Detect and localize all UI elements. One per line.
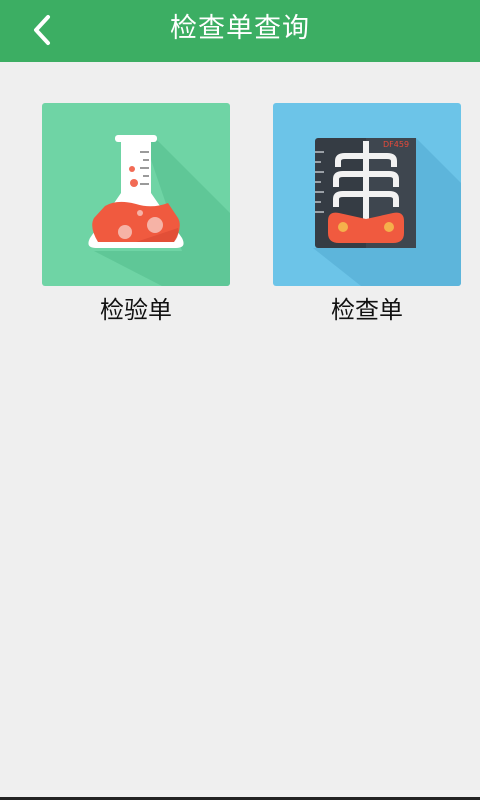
exam-report-tile[interactable]: DF459 — [273, 103, 461, 286]
exam-report-label: 检查单 — [331, 296, 403, 324]
page-title: 检查单查询 — [170, 13, 310, 44]
film-code-text: DF459 — [383, 140, 409, 149]
flask-icon — [42, 103, 230, 286]
lab-report-label: 检验单 — [100, 296, 172, 324]
exam-report-card[interactable]: DF459 检查单 — [273, 103, 461, 326]
header-bar: 检查单查询 — [0, 0, 480, 62]
lab-report-tile[interactable] — [42, 103, 230, 286]
xray-film-icon: DF459 — [273, 103, 461, 286]
lab-report-card[interactable]: 检验单 — [42, 103, 230, 326]
